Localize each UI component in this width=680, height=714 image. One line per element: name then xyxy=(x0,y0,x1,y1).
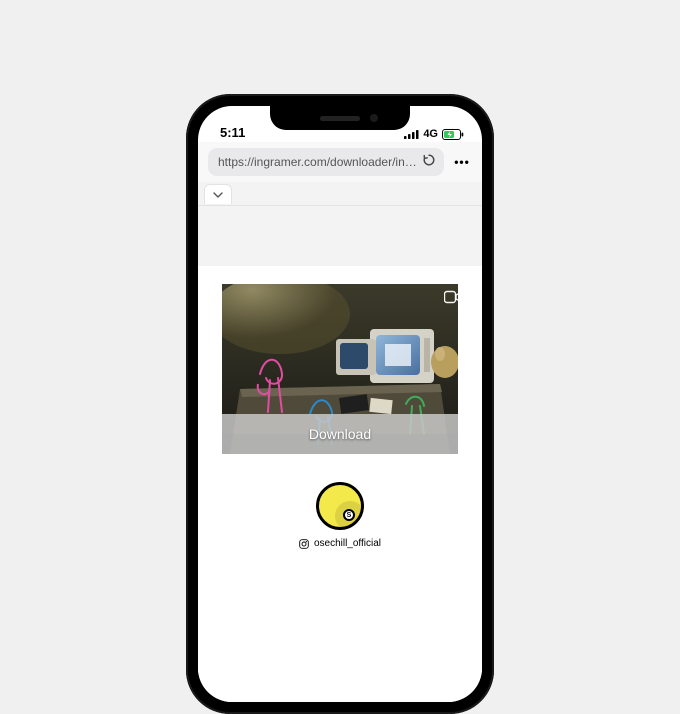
browser-toolbar: https://ingramer.com/downloader/instagra… xyxy=(198,142,482,182)
address-url: https://ingramer.com/downloader/instagra… xyxy=(218,155,422,169)
video-icon xyxy=(444,290,458,309)
phone-notch xyxy=(270,106,410,130)
signal-icon xyxy=(404,129,419,139)
instagram-icon xyxy=(299,539,309,549)
download-button[interactable]: Download xyxy=(222,414,458,454)
phone-screen: 5:11 4G xyxy=(198,106,482,702)
notch-speaker xyxy=(320,116,360,121)
chevron-down-icon xyxy=(213,185,223,203)
avatar[interactable]: S xyxy=(316,482,364,530)
status-time: 5:11 xyxy=(220,125,245,140)
network-label: 4G xyxy=(423,128,438,140)
tab-strip xyxy=(198,182,482,206)
phone-frame: 5:11 4G xyxy=(186,94,494,714)
page-content: Download S xyxy=(198,206,482,702)
avatar-mark: S xyxy=(343,509,355,521)
profile-block: S osechill_official xyxy=(222,482,458,549)
download-label: Download xyxy=(309,426,371,442)
content-panel: Download S xyxy=(198,266,482,702)
battery-icon xyxy=(442,129,464,140)
username-row[interactable]: osechill_official xyxy=(299,538,381,549)
reload-icon[interactable] xyxy=(422,153,436,172)
more-icon[interactable]: ••• xyxy=(452,155,472,169)
username-label: osechill_official xyxy=(314,538,381,549)
media-preview[interactable]: Download xyxy=(222,284,458,454)
address-bar[interactable]: https://ingramer.com/downloader/instagra… xyxy=(208,148,444,176)
tab-collapse-button[interactable] xyxy=(204,184,232,204)
page-top-spacer xyxy=(198,206,482,266)
status-right-cluster: 4G xyxy=(404,128,464,140)
notch-camera xyxy=(370,114,378,122)
